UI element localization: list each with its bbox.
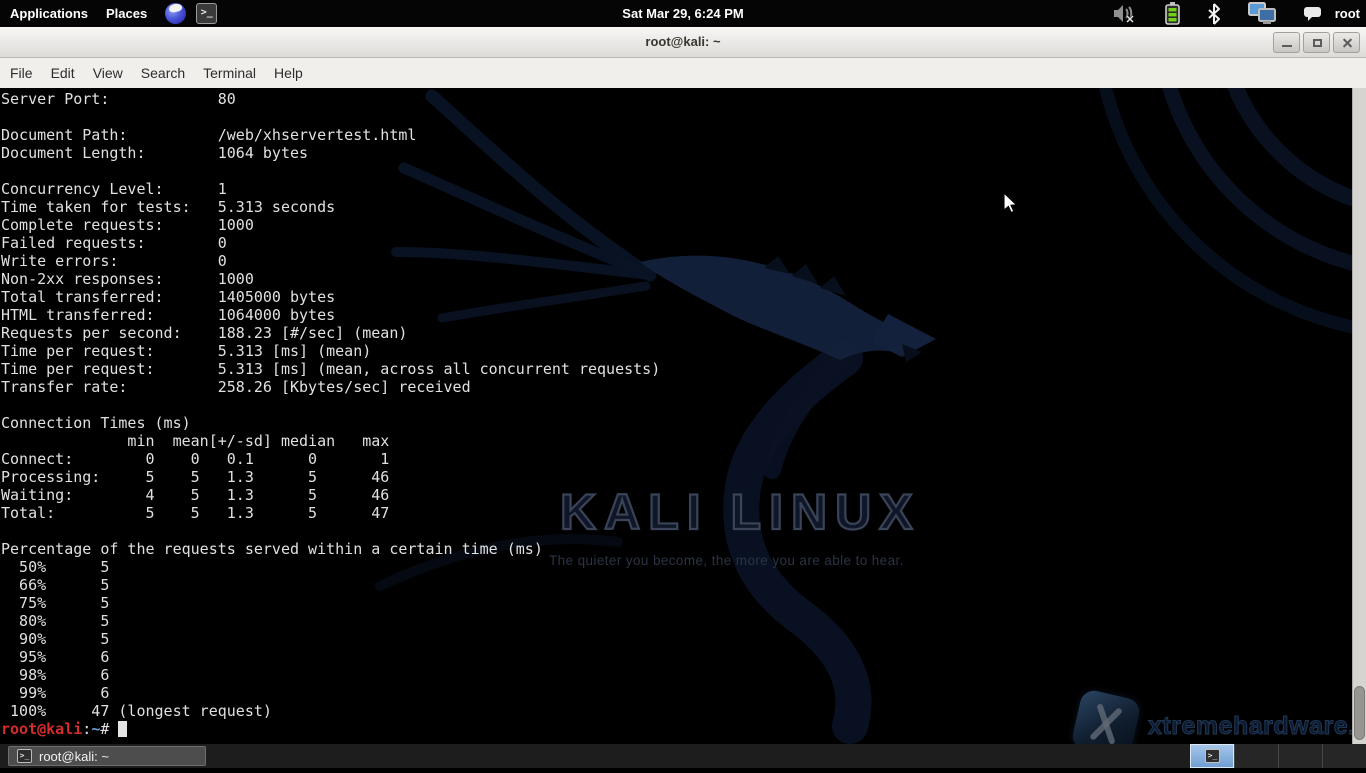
places-menu[interactable]: Places	[98, 6, 155, 21]
notifications-icon[interactable]	[1303, 5, 1322, 23]
menu-view[interactable]: View	[84, 65, 132, 81]
prompt-path: ~	[91, 720, 100, 738]
network-icon[interactable]	[1248, 2, 1276, 25]
gnome-bottom-panel: >_ root@kali: ~ >_	[0, 744, 1366, 768]
terminal-menubar: File Edit View Search Terminal Help	[0, 58, 1366, 88]
menu-terminal[interactable]: Terminal	[194, 65, 265, 81]
terminal-scrollbar[interactable]	[1352, 88, 1366, 744]
user-menu[interactable]: root	[1335, 6, 1360, 21]
menu-search[interactable]: Search	[132, 65, 194, 81]
workspace-4[interactable]	[1322, 744, 1366, 768]
taskbar-item-terminal[interactable]: >_ root@kali: ~	[8, 746, 206, 766]
gnome-top-panel: Applications Places >_ Sat Mar 29, 6:24 …	[0, 0, 1366, 27]
volume-muted-icon[interactable]	[1113, 3, 1138, 24]
menu-file[interactable]: File	[1, 65, 42, 81]
menu-help[interactable]: Help	[265, 65, 312, 81]
terminal-text: Server Port: 80 Document Path: /web/xhse…	[0, 88, 1366, 738]
window-titlebar[interactable]: root@kali: ~	[0, 27, 1366, 58]
terminal-cursor	[118, 721, 127, 737]
menu-edit[interactable]: Edit	[42, 65, 84, 81]
terminal-window: root@kali: ~ File Edit View Search Termi…	[0, 27, 1366, 744]
taskbar-item-label: root@kali: ~	[39, 749, 109, 764]
bluetooth-icon[interactable]	[1207, 3, 1221, 25]
workspace-2[interactable]	[1234, 744, 1278, 768]
terminal-launcher-icon[interactable]: >_	[196, 3, 217, 24]
workspace-window-icon: >_	[1205, 749, 1220, 763]
workspace-1[interactable]: >_	[1190, 744, 1234, 768]
minimize-button[interactable]	[1273, 32, 1300, 53]
browser-launcher-icon[interactable]	[165, 3, 186, 24]
terminal-task-icon: >_	[17, 749, 32, 763]
terminal-content[interactable]: Server Port: 80 Document Path: /web/xhse…	[0, 88, 1366, 744]
maximize-icon	[1313, 39, 1322, 47]
prompt-colon: :	[82, 720, 91, 738]
scrollbar-thumb[interactable]	[1354, 686, 1365, 740]
minimize-icon	[1282, 45, 1292, 47]
battery-icon[interactable]	[1165, 2, 1180, 25]
workspace-3[interactable]	[1278, 744, 1322, 768]
prompt-symbol: #	[100, 720, 109, 738]
maximize-button[interactable]	[1303, 32, 1330, 53]
window-title: root@kali: ~	[0, 27, 1366, 57]
workspace-switcher: >_	[1190, 744, 1366, 768]
close-button[interactable]	[1333, 32, 1360, 53]
clock[interactable]: Sat Mar 29, 6:24 PM	[622, 6, 743, 21]
mouse-cursor	[1003, 192, 1019, 214]
applications-menu[interactable]: Applications	[2, 6, 96, 21]
prompt-user-host: root@kali	[1, 720, 82, 738]
terminal-output: Server Port: 80 Document Path: /web/xhse…	[1, 90, 660, 720]
